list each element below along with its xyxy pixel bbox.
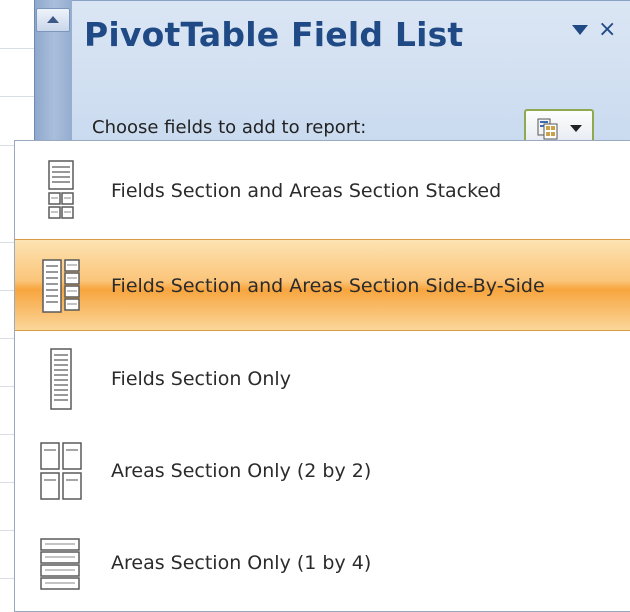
choose-fields-label: Choose fields to add to report: (92, 117, 367, 138)
collapse-arrow-icon (47, 16, 59, 23)
pane-options-dropdown-icon[interactable] (572, 25, 588, 35)
fields-areas-side-by-side-icon (42, 259, 80, 313)
grid-line (0, 96, 34, 97)
menu-item-areas-2by2[interactable]: Areas Section Only (2 by 2) (15, 425, 630, 517)
areas-1by4-icon (40, 538, 80, 590)
menu-item-label: Areas Section Only (1 by 4) (111, 552, 372, 574)
menu-item-side-by-side[interactable]: Fields Section and Areas Section Side-By… (15, 239, 630, 331)
menu-item-stacked[interactable]: Fields Section and Areas Section Stacked (15, 145, 630, 237)
fields-only-icon (50, 348, 72, 410)
layout-menu: Fields Section and Areas Section Stacked… (14, 140, 630, 612)
menu-item-label: Fields Section Only (111, 368, 291, 390)
collapse-pane-button[interactable] (36, 8, 70, 32)
chevron-down-icon (570, 125, 582, 132)
menu-item-areas-1by4[interactable]: Areas Section Only (1 by 4) (15, 517, 630, 609)
menu-item-fields-only[interactable]: Fields Section Only (15, 333, 630, 425)
areas-2by2-icon (40, 442, 82, 500)
menu-item-label: Areas Section Only (2 by 2) (111, 460, 372, 482)
pivot-field-list-pane: PivotTable Field List × Choose fields to… (72, 0, 630, 151)
grid-line (0, 48, 34, 49)
pane-title: PivotTable Field List (84, 15, 464, 54)
close-icon[interactable]: × (598, 19, 616, 41)
menu-item-label: Fields Section and Areas Section Side-By… (111, 275, 545, 297)
fields-areas-stacked-icon (48, 160, 74, 219)
menu-item-label: Fields Section and Areas Section Stacked (111, 180, 502, 202)
field-list-layout-icon (537, 118, 558, 140)
